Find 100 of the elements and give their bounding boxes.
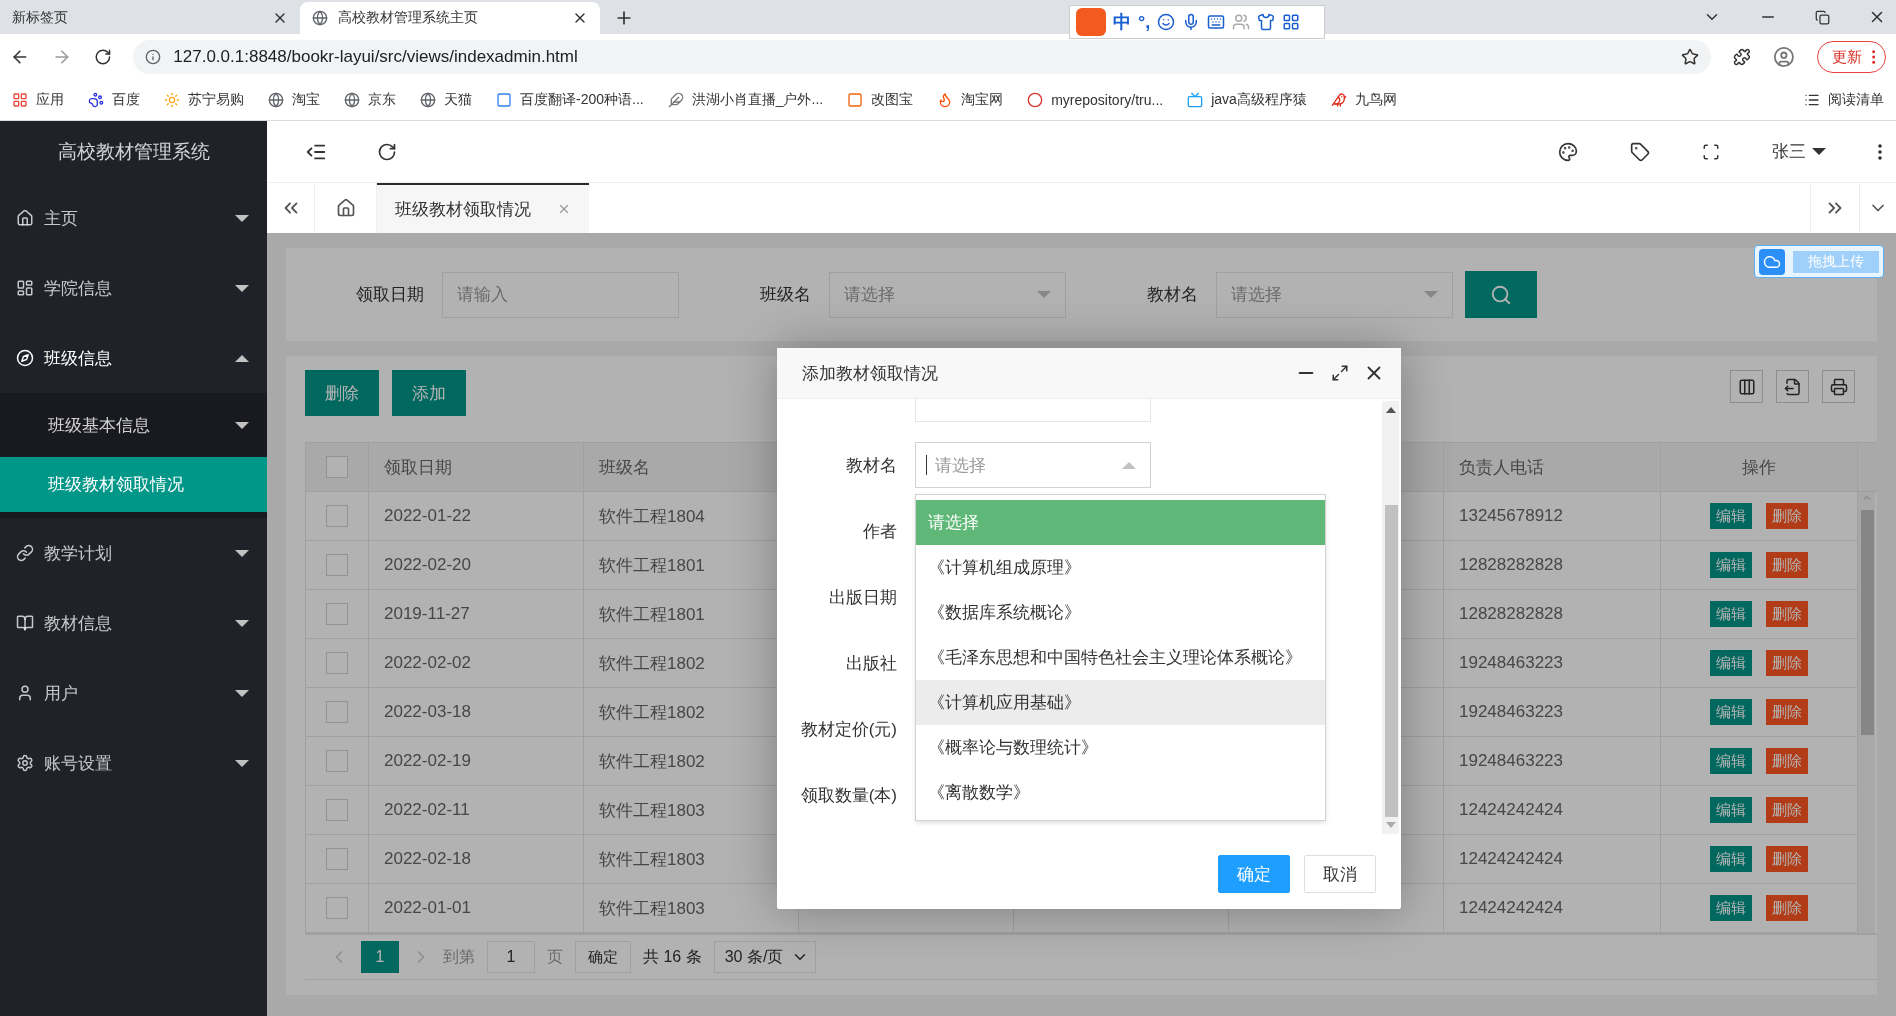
checkbox[interactable]	[326, 750, 348, 772]
user-menu[interactable]: 张三	[1772, 140, 1826, 163]
sidebar-item[interactable]: 账号设置	[0, 728, 267, 798]
sidebar-item[interactable]: 教学计划	[0, 518, 267, 588]
table-cell-text: 软件工程1801	[599, 554, 705, 577]
more-icon[interactable]	[1878, 143, 1882, 160]
keyboard-icon[interactable]	[1207, 13, 1226, 31]
fullscreen-icon[interactable]	[1702, 142, 1720, 161]
restore-icon[interactable]	[1815, 9, 1830, 25]
checkbox[interactable]	[326, 652, 348, 674]
ime-mode[interactable]: 中	[1113, 10, 1131, 34]
sidebar-item[interactable]: 教材信息	[0, 588, 267, 658]
cloud-icon	[1759, 248, 1785, 275]
refresh-icon[interactable]	[377, 141, 397, 162]
table-cell: 2022-02-18	[384, 849, 471, 869]
dialog-title: 添加教材领取情况	[802, 362, 939, 385]
bookmark[interactable]: 百度	[88, 91, 140, 109]
grid-icon[interactable]	[1282, 13, 1301, 31]
sidebar-subitem[interactable]: 班级教材领取情况	[0, 457, 267, 512]
dropdown-option[interactable]: 《计算机组成原理》	[916, 545, 1325, 590]
extensions-icon[interactable]	[1732, 48, 1751, 66]
avatar-icon[interactable]	[1772, 46, 1795, 68]
reload-icon[interactable]	[93, 48, 112, 66]
checkbox[interactable]	[326, 456, 348, 478]
column-header: 操作	[1742, 456, 1776, 479]
field-label: 教材名	[845, 454, 897, 477]
sidebar-item[interactable]: 班级信息	[0, 323, 267, 393]
page-tab[interactable]: 班级教材领取情况	[377, 183, 589, 233]
sidebar-item[interactable]: 用户	[0, 658, 267, 728]
bookmark[interactable]: 苏宁易购	[164, 91, 244, 109]
maximize-icon[interactable]	[1331, 364, 1349, 382]
dropdown-option[interactable]: 《数据库系统概论》	[916, 590, 1325, 635]
search-icon	[1490, 283, 1512, 306]
select-field[interactable]	[915, 399, 1151, 422]
browser-tab[interactable]: 高校教材管理系统主页	[300, 2, 600, 34]
smile-icon[interactable]	[1157, 13, 1176, 31]
browser-tab[interactable]: 新标签页	[0, 2, 300, 34]
bookmark[interactable]: 京东	[344, 91, 396, 109]
table-cell: 12828282828	[1459, 555, 1563, 575]
table-cell: 19248463223	[1459, 702, 1563, 722]
confirm-button[interactable]: 确定	[575, 941, 631, 973]
page-size-select[interactable]: 30 条/页	[713, 941, 817, 973]
print-icon[interactable]	[1822, 370, 1855, 403]
book-icon	[16, 614, 34, 632]
field-label: 领取日期	[355, 284, 425, 306]
shirt-icon[interactable]	[1257, 13, 1276, 31]
table-cell: 12828282828	[1459, 604, 1563, 624]
bookmark[interactable]: 洪湖小肖直播_户外...	[667, 91, 824, 109]
checkbox[interactable]	[326, 799, 348, 821]
bookmark[interactable]: myrepository/tru...	[1027, 92, 1164, 108]
compass-icon	[16, 349, 34, 367]
table-cell-text: 软件工程1803	[599, 799, 705, 822]
ime-punctuation[interactable]: °,	[1138, 11, 1151, 33]
total-count: 共 16 条	[643, 946, 702, 967]
caret-icon	[235, 214, 249, 222]
palette-icon[interactable]	[1558, 141, 1578, 162]
dropdown-option[interactable]: 《概率论与数理统计》	[916, 725, 1325, 770]
bookmark[interactable]: 百度翻译-200种语...	[496, 91, 644, 109]
page-input[interactable]: 1	[487, 941, 535, 973]
star-icon[interactable]	[1680, 48, 1699, 66]
sidebar-item[interactable]: 学院信息	[0, 253, 267, 323]
checkbox[interactable]	[326, 505, 348, 527]
scrollbar[interactable]	[1382, 401, 1399, 834]
sidebar-subitem[interactable]: 班级基本信息	[0, 398, 267, 453]
bookmark[interactable]: java高级程序猿	[1187, 91, 1307, 109]
bookmark[interactable]: 九鸟网	[1330, 91, 1397, 109]
column-header: 负责人电话	[1459, 456, 1544, 479]
globe-icon	[344, 92, 360, 108]
bookmark[interactable]: 天猫	[420, 91, 472, 109]
address-bar[interactable]: 127.0.0.1:8848/bookr-layui/src/views/indexadmin.html	[133, 40, 1711, 74]
checkbox[interactable]	[326, 603, 348, 625]
table-cell: 2022-01-01	[384, 898, 471, 918]
table-cell: 2022-02-02	[384, 653, 471, 673]
url-text: 127.0.0.1:8848/bookr-layui/src/views/indexadmin.html	[173, 47, 579, 67]
checkbox[interactable]	[326, 701, 348, 723]
dropdown-option[interactable]: 《毛泽东思想和中国特色社会主义理论体系概论》	[916, 635, 1325, 680]
tag-icon[interactable]	[1630, 141, 1650, 162]
bookmark[interactable]: 淘宝	[268, 91, 320, 109]
user-icon	[16, 684, 34, 702]
bookmark[interactable]: 应用	[12, 91, 64, 109]
checkbox[interactable]	[326, 897, 348, 919]
columns-icon[interactable]	[1730, 370, 1763, 403]
page-unit: 页	[547, 946, 563, 967]
cancel-button[interactable]: 取消	[1304, 855, 1376, 893]
info-icon[interactable]	[145, 49, 162, 65]
reading-list-button[interactable]: 阅读清单	[1804, 91, 1884, 109]
dropdown-option[interactable]: 《离散数学》	[916, 770, 1325, 815]
search-button[interactable]	[1465, 271, 1537, 318]
column-header: 领取日期	[384, 456, 452, 479]
update-button[interactable]: 更新	[1816, 41, 1886, 73]
scrollbar[interactable]	[1858, 492, 1875, 933]
checkbox[interactable]	[326, 848, 348, 870]
bookmark[interactable]: 改图宝	[847, 91, 914, 109]
table-cell: 12424242424	[1459, 849, 1563, 869]
home-icon[interactable]	[335, 198, 356, 218]
dropdown-option[interactable]: 《计算机应用基础》	[916, 680, 1325, 725]
bookmark[interactable]: 淘宝网	[937, 91, 1004, 109]
sidebar-item[interactable]: 主页	[0, 183, 267, 253]
export-icon[interactable]	[1776, 370, 1809, 403]
checkbox[interactable]	[326, 554, 348, 576]
